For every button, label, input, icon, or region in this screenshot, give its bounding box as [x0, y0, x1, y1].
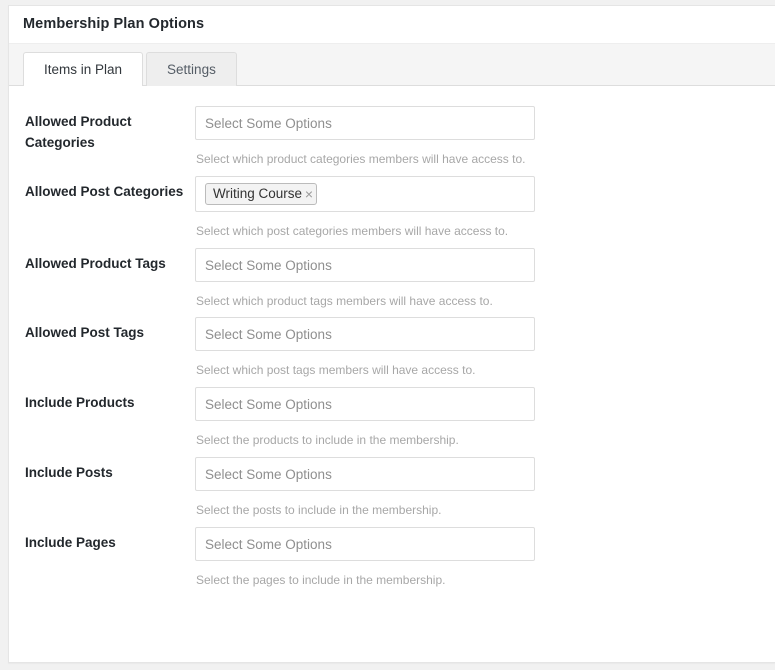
field-description-include-pages: Select the pages to include in the membe…	[196, 572, 446, 587]
tab-label: Settings	[167, 62, 216, 77]
token-chip[interactable]: Writing Course ×	[205, 182, 318, 205]
field-label-include-pages: Include Pages	[25, 534, 116, 550]
field-row-allowed-product-tags: Allowed Product Tags Select Some Options S…	[9, 240, 775, 310]
multiselect-include-posts[interactable]: Select Some Options	[195, 456, 535, 491]
close-icon[interactable]: ×	[305, 187, 313, 201]
multiselect-allowed-post-categories[interactable]: Writing Course ×	[195, 175, 535, 212]
tab-label: Items in Plan	[44, 62, 123, 77]
multiselect-include-pages[interactable]: Select Some Options	[195, 526, 535, 561]
multiselect-placeholder: Select Some Options	[205, 257, 332, 273]
tab-settings[interactable]: Settings	[146, 52, 237, 86]
field-control-allowed-product-categories: Select Some Options Select which product …	[195, 98, 775, 168]
metabox-header: Membership Plan Options	[9, 6, 775, 44]
field-control-allowed-product-tags: Select Some Options Select which product …	[195, 240, 775, 310]
field-row-allowed-product-categories: Allowed Product Categories Select Some Op…	[9, 98, 775, 168]
field-label-allowed-product-categories: Allowed Product Categories	[25, 114, 132, 150]
multiselect-placeholder: Select Some Options	[205, 536, 332, 552]
field-description-allowed-product-categories: Select which product categories members …	[196, 152, 526, 166]
field-label-include-posts: Include Posts	[25, 464, 113, 480]
field-description-include-posts: Select the posts to include in the membe…	[196, 502, 442, 517]
field-row-allowed-post-categories: Allowed Post Categories Writing Course × Se…	[9, 168, 775, 240]
field-description-allowed-post-tags: Select which post tags members will have…	[196, 363, 476, 378]
field-control-allowed-post-tags: Select Some Options Select which post tag…	[195, 309, 775, 379]
multiselect-placeholder: Select Some Options	[205, 327, 332, 343]
selected-token: Writing Course ×	[205, 182, 318, 205]
tab-bar: Items in Plan Settings	[9, 44, 775, 86]
multiselect-allowed-product-tags[interactable]: Select Some Options	[195, 247, 535, 282]
field-description-include-products: Select the products to include in the me…	[196, 433, 459, 448]
token-label: Writing Course	[213, 185, 303, 201]
multiselect-allowed-product-categories[interactable]: Select Some Options	[195, 106, 535, 140]
membership-plan-options-metabox: Membership Plan Options Items in Plan Set…	[8, 5, 775, 663]
field-label-include-products: Include Products	[25, 395, 135, 411]
field-control-include-posts: Select Some Options Select the posts to i…	[195, 449, 775, 519]
field-row-include-products: Include Products Select Some Options Selec…	[9, 379, 775, 449]
field-label-allowed-product-tags: Allowed Product Tags	[25, 255, 166, 271]
field-label-allowed-post-tags: Allowed Post Tags	[25, 325, 145, 341]
field-description-allowed-product-tags: Select which product tags members will h…	[196, 293, 493, 308]
field-row-include-posts: Include Posts Select Some Options Select t…	[9, 449, 775, 519]
field-row-allowed-post-tags: Allowed Post Tags Select Some Options Sele…	[9, 309, 775, 379]
page-title: Membership Plan Options	[23, 16, 205, 33]
field-row-include-pages: Include Pages Select Some Options Select t…	[9, 519, 775, 589]
form-body: Allowed Product Categories Select Some Op…	[9, 86, 775, 589]
field-description-allowed-post-categories: Select which post categories members wil…	[196, 223, 509, 238]
multiselect-placeholder: Select Some Options	[205, 397, 332, 413]
multiselect-allowed-post-tags[interactable]: Select Some Options	[195, 317, 535, 352]
multiselect-placeholder: Select Some Options	[205, 116, 332, 131]
field-control-include-products: Select Some Options Select the products t…	[195, 379, 775, 449]
field-label-allowed-post-categories: Allowed Post Categories	[25, 183, 184, 199]
field-control-allowed-post-categories: Writing Course × Select which post categor…	[195, 168, 775, 240]
tab-items-in-plan[interactable]: Items in Plan	[23, 52, 144, 86]
multiselect-placeholder: Select Some Options	[205, 466, 332, 482]
field-control-include-pages: Select Some Options Select the pages to i…	[195, 519, 775, 589]
multiselect-include-products[interactable]: Select Some Options	[195, 387, 535, 422]
